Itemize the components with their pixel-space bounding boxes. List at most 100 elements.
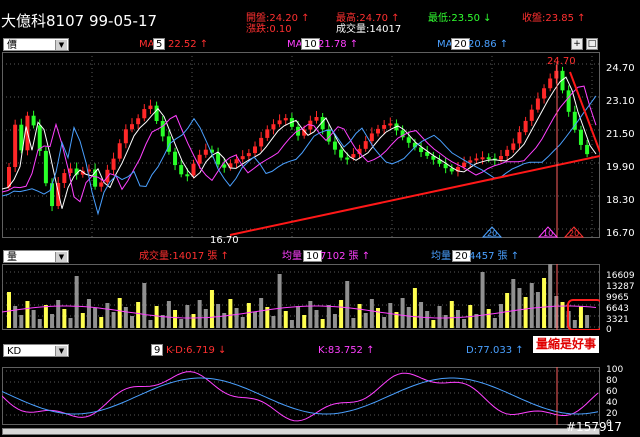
candle-body <box>62 173 67 183</box>
volume-bar <box>234 308 239 328</box>
volume-bar <box>271 316 276 328</box>
candle-body <box>179 165 184 175</box>
volume-bar <box>136 302 141 328</box>
candle-body <box>111 158 116 170</box>
volume-bar <box>111 312 116 328</box>
candle-body <box>216 152 221 165</box>
kd-axis-tick: 60 <box>606 387 618 397</box>
volume-bar <box>542 278 547 328</box>
kd-select-value: KD <box>7 346 22 357</box>
avg20-value: 4457 張 ↑ <box>469 251 520 262</box>
candle-body <box>511 143 516 150</box>
price-change: 漲跌:0.10 <box>246 24 292 35</box>
candle-body <box>554 70 559 79</box>
candle-body <box>43 150 48 184</box>
k-line <box>2 371 599 422</box>
close-price: 收盤:23.85 ↑ <box>522 13 586 24</box>
volume-bar <box>314 310 319 328</box>
volume-bar <box>142 283 147 328</box>
ma5-period-input[interactable]: 5 <box>153 38 166 50</box>
price-select-value: 價 <box>7 40 17 51</box>
kd-period-input[interactable]: 9 <box>151 344 164 356</box>
volume-bar <box>529 283 534 328</box>
volume-axis-tick: 13287 <box>606 282 635 292</box>
d-line <box>2 377 599 415</box>
candle-body <box>240 156 245 160</box>
volume-bar <box>283 311 288 328</box>
volume-bar <box>326 305 331 328</box>
volume-bar <box>554 296 559 328</box>
volume-bar <box>25 301 30 328</box>
volume-bar <box>154 306 159 328</box>
window-button[interactable]: □ <box>586 38 598 50</box>
candle-body <box>468 160 473 163</box>
avg10-value: 7102 張 ↑ <box>320 251 371 262</box>
candlestick-chart: 20 10 20 <box>2 52 600 238</box>
volume-bar <box>105 303 110 328</box>
candle-body <box>31 115 36 126</box>
volume-select-value: 量 <box>7 252 17 263</box>
volume-bar <box>123 307 128 328</box>
volume-bar <box>535 292 540 328</box>
volume-bar <box>289 320 294 328</box>
volume-bar <box>240 317 245 328</box>
volume-bar <box>253 312 257 328</box>
volume-bar <box>191 314 196 328</box>
volume-bar <box>246 303 251 328</box>
volume-bar <box>296 306 301 328</box>
candle-body <box>37 125 42 151</box>
chevron-down-icon: ▼ <box>55 346 67 356</box>
volume-bar <box>572 320 577 328</box>
candle-body <box>345 157 350 160</box>
volume-label: 成交量:14017 張 ↑ <box>139 251 229 262</box>
volume-bar <box>585 315 590 328</box>
volume-bar <box>351 318 356 328</box>
volume-bar <box>302 315 307 328</box>
price-indicator-select[interactable]: 價 ▼ <box>3 38 69 51</box>
ma20-period-input[interactable]: 20 <box>451 38 470 50</box>
ma10-period-input[interactable]: 10 <box>301 38 320 50</box>
volume-bar <box>173 310 178 328</box>
volume-bar <box>37 319 42 328</box>
candle-body <box>314 117 319 121</box>
volume-bar <box>523 297 528 328</box>
candle-body <box>406 137 411 143</box>
price-chart-panel: 20 10 20 <box>2 52 600 238</box>
avg20-period-input[interactable]: 20 <box>452 250 471 262</box>
signal-label: 20 <box>569 229 579 238</box>
volume-bar <box>50 314 55 328</box>
volume-bar <box>363 313 368 328</box>
volume-bar <box>209 290 214 328</box>
volume-bar <box>369 299 374 328</box>
candle-body <box>376 128 380 134</box>
volume-bar <box>80 313 85 328</box>
kd-chart-panel <box>2 367 600 425</box>
low-marker-label: 16.70 <box>210 235 239 246</box>
candle-body <box>197 154 202 164</box>
volume-bar <box>332 314 337 328</box>
candle-body <box>265 129 270 138</box>
zoom-in-button[interactable]: + <box>571 38 583 50</box>
avg10-period-input[interactable]: 10 <box>303 250 322 262</box>
candle-body <box>517 132 522 144</box>
horizontal-scrollbar[interactable] <box>2 428 600 435</box>
ma5-value: 22.52 ↑ <box>168 39 209 50</box>
volume-bar <box>277 274 282 328</box>
volume-bar <box>68 318 73 328</box>
kd-indicator-select[interactable]: KD ▼ <box>3 344 69 357</box>
candle-body <box>191 163 196 176</box>
volume-bar <box>517 288 522 328</box>
volume-bar <box>31 310 36 328</box>
volume-bar <box>345 281 350 328</box>
candle-body <box>234 159 239 164</box>
candle-body <box>339 149 344 158</box>
candle-body <box>246 153 251 157</box>
volume-bar <box>148 320 153 328</box>
low-price: 最低:23.50 ↓ <box>428 13 492 24</box>
volume-bar <box>388 303 393 328</box>
total-volume: 成交量:14017 <box>336 24 402 35</box>
volume-bar <box>412 288 417 328</box>
volume-indicator-select[interactable]: 量 ▼ <box>3 250 69 263</box>
candle-body <box>332 141 337 150</box>
watermark: #157917 <box>566 420 622 434</box>
